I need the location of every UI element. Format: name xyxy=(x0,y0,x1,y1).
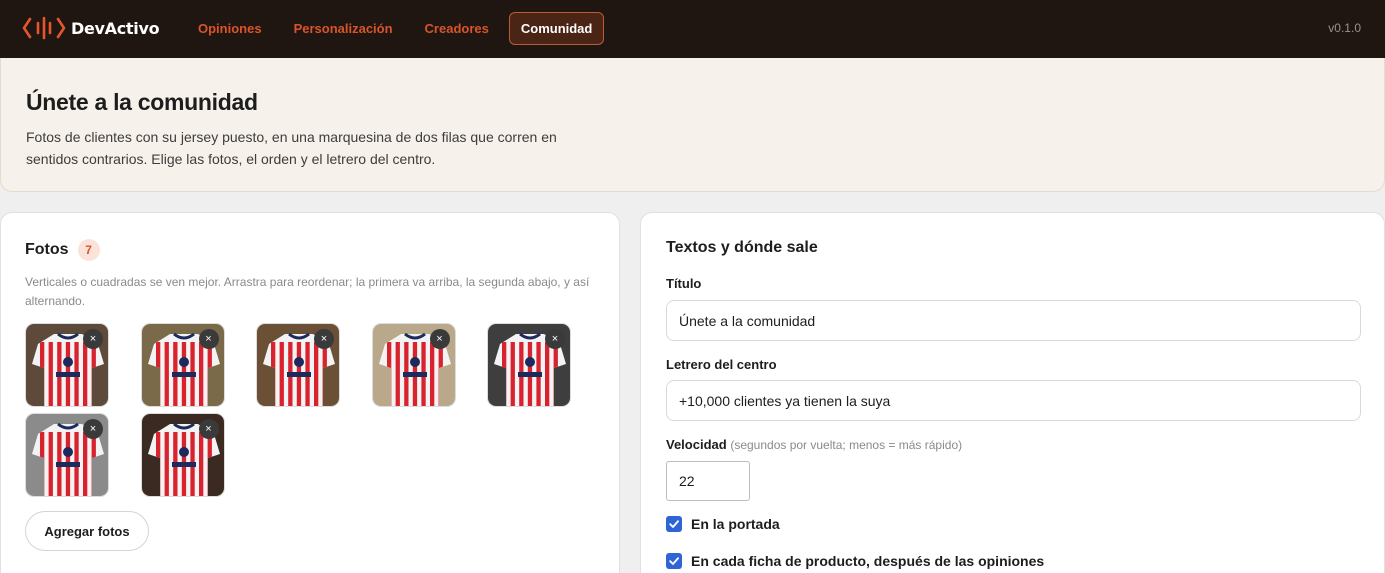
letrero-input[interactable] xyxy=(666,380,1361,421)
page-description: Fotos de clientes con su jersey puesto, … xyxy=(26,129,557,167)
remove-photo-icon[interactable]: × xyxy=(429,329,450,349)
titulo-label: Título xyxy=(666,276,702,291)
checkbox-portada-label: En la portada xyxy=(691,516,780,532)
nav-item-personalizacion[interactable]: Personalización xyxy=(282,12,405,45)
photo-thumbnail[interactable]: × xyxy=(25,323,109,407)
page-title: Únete a la comunidad xyxy=(26,89,258,115)
photo-thumbnail[interactable]: × xyxy=(25,413,109,497)
remove-photo-icon[interactable]: × xyxy=(545,329,565,349)
checkbox-checked-icon[interactable] xyxy=(666,553,682,569)
photos-hint: Verticales o cuadradas se ven mejor. Arr… xyxy=(25,275,590,308)
remove-photo-icon[interactable]: × xyxy=(83,419,103,439)
remove-photo-icon[interactable]: × xyxy=(83,329,103,349)
checkbox-ficha-producto-label: En cada ficha de producto, después de la… xyxy=(691,553,1045,569)
checkbox-portada[interactable]: En la portada xyxy=(666,516,780,532)
devactivo-logo-icon xyxy=(22,16,66,40)
nav-item-opiniones[interactable]: Opiniones xyxy=(186,12,274,45)
velocidad-hint: (segundos por vuelta; menos = más rápido… xyxy=(730,438,963,452)
page-header: Únete a la comunidad Fotos de clientes c… xyxy=(0,58,1385,192)
brand-name: DevActivo xyxy=(71,18,160,38)
top-navigation-bar: DevActivo Opiniones Personalización Crea… xyxy=(0,0,1385,58)
photos-heading: Fotos 7 xyxy=(25,239,100,261)
velocidad-label: Velocidad xyxy=(666,437,727,452)
settings-panel: Textos y dónde sale Título Letrero del c… xyxy=(640,212,1385,573)
photos-title: Fotos xyxy=(25,241,69,258)
remove-photo-icon[interactable]: × xyxy=(198,329,219,349)
photo-thumbnail[interactable]: × xyxy=(256,323,340,407)
velocidad-label-row: Velocidad (segundos por vuelta; menos = … xyxy=(666,437,962,452)
version-label: v0.1.0 xyxy=(1328,21,1361,35)
titulo-input[interactable] xyxy=(666,300,1361,341)
main-nav: Opiniones Personalización Creadores Comu… xyxy=(186,12,612,45)
letrero-label: Letrero del centro xyxy=(666,357,777,372)
checkbox-checked-icon[interactable] xyxy=(666,516,682,532)
brand-logo[interactable]: DevActivo xyxy=(22,15,160,41)
add-photos-button[interactable]: Agregar fotos xyxy=(25,511,149,551)
nav-item-comunidad[interactable]: Comunidad xyxy=(508,12,605,45)
photos-count-badge: 7 xyxy=(77,239,100,261)
photos-panel: Fotos 7 Verticales o cuadradas se ven me… xyxy=(0,212,620,573)
velocidad-input[interactable] xyxy=(666,461,750,501)
checkbox-ficha-producto[interactable]: En cada ficha de producto, después de la… xyxy=(666,553,1044,569)
settings-title: Textos y dónde sale xyxy=(666,239,818,256)
photo-thumbnail[interactable]: × xyxy=(140,323,225,407)
remove-photo-icon[interactable]: × xyxy=(314,329,334,349)
nav-item-creadores[interactable]: Creadores xyxy=(413,12,501,45)
photo-thumbnail[interactable]: × xyxy=(371,323,456,407)
remove-photo-icon[interactable]: × xyxy=(198,419,219,439)
photo-thumbnail[interactable]: × xyxy=(140,413,225,497)
photo-thumbnail[interactable]: × xyxy=(487,323,571,407)
